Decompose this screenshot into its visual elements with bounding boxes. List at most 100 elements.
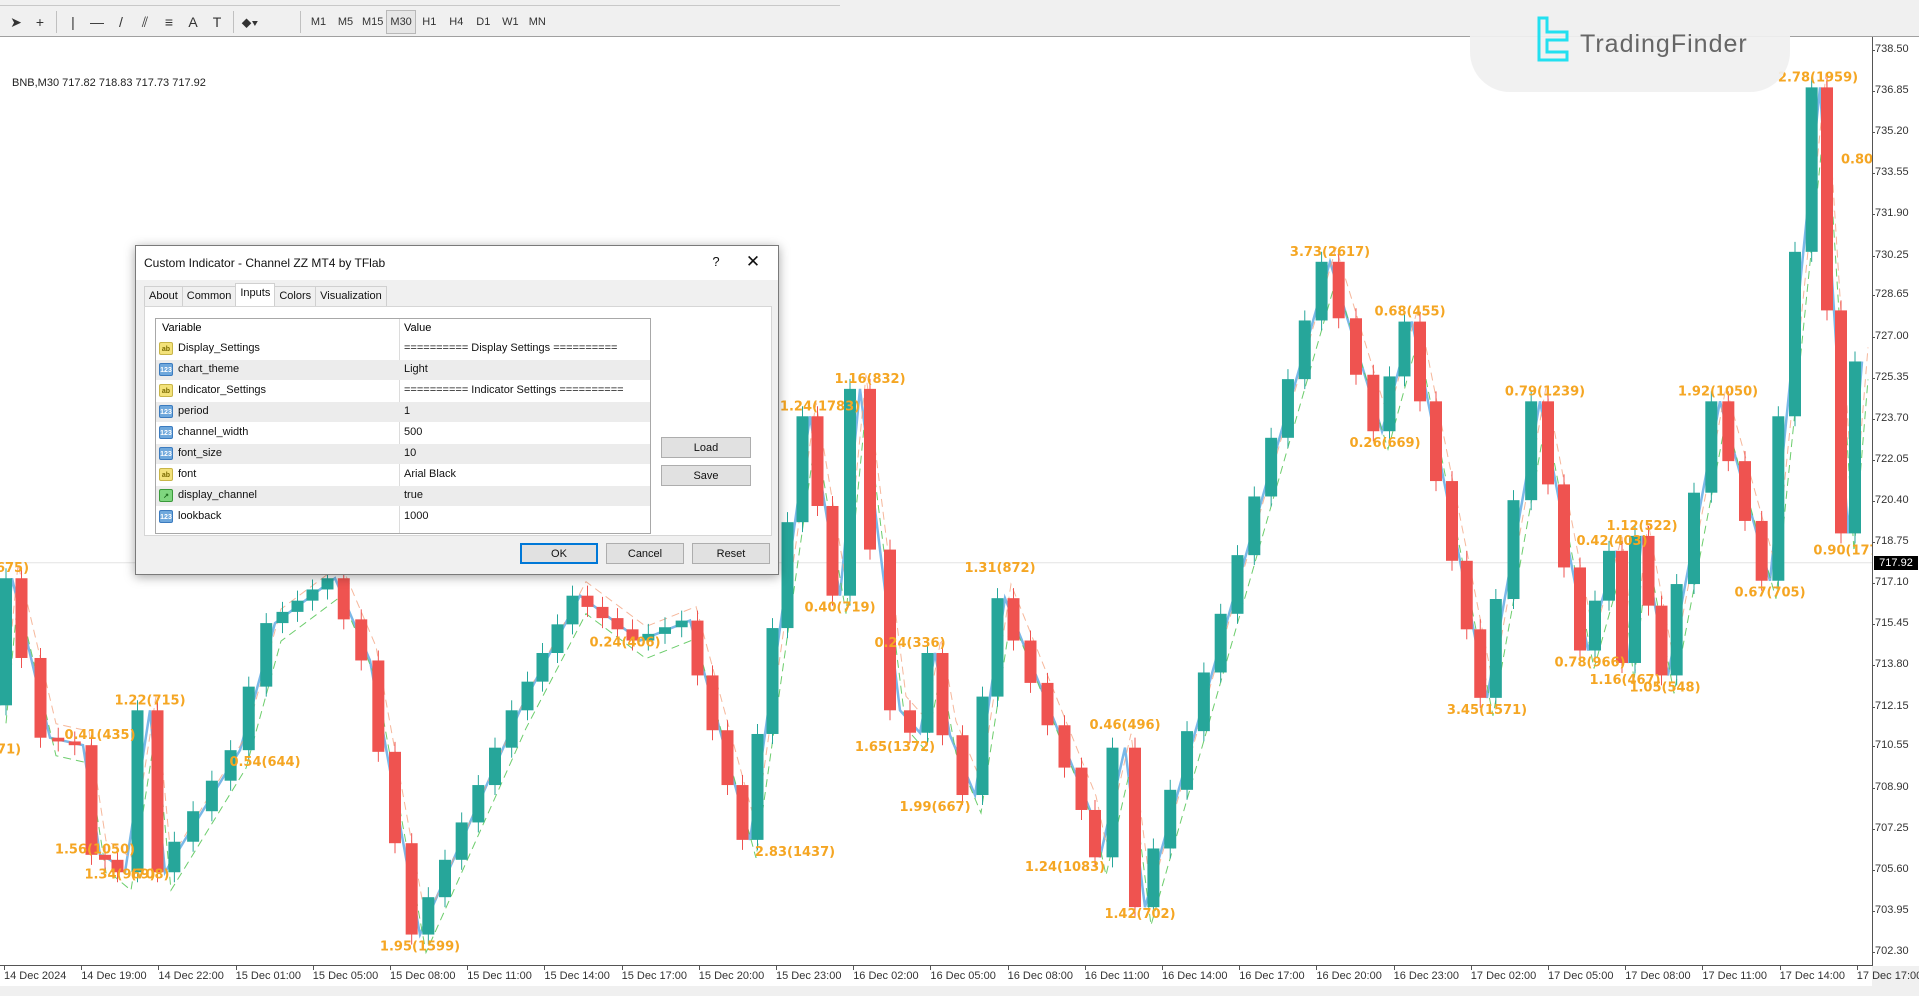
input-row[interactable]: 123 period 1 bbox=[156, 402, 650, 422]
price-tick: 736.85 bbox=[1872, 84, 1909, 97]
current-price-marker: 717.92 bbox=[1874, 555, 1918, 570]
price-axis[interactable]: 738.50 736.85 735.20 733.55 731.90 730.25 728.… bbox=[1872, 37, 1919, 966]
zigzag-label: 0.24(336) bbox=[874, 636, 945, 651]
input-value[interactable]: 500 bbox=[404, 426, 422, 438]
bullish-candle bbox=[1147, 848, 1160, 908]
load-button[interactable]: Load bbox=[661, 437, 751, 458]
timeframe-m30[interactable]: M30 bbox=[386, 10, 416, 34]
price-tick: 707.25 bbox=[1872, 821, 1909, 834]
bullish-candle bbox=[751, 733, 764, 840]
time-axis[interactable]: 14 Dec 2024 14 Dec 19:00 14 Dec 22:00 15 De… bbox=[0, 966, 1919, 986]
zigzag-label: 3.73(2617) bbox=[1290, 245, 1370, 260]
bearish-candle bbox=[1574, 567, 1586, 651]
price-tick: 708.90 bbox=[1872, 780, 1909, 793]
timeframe-m1[interactable]: M1 bbox=[305, 10, 332, 34]
zigzag-label: 1.56(1050) bbox=[55, 842, 135, 857]
reset-button[interactable]: Reset bbox=[692, 543, 770, 564]
string-type-icon: ab bbox=[159, 468, 173, 481]
input-value[interactable]: Arial Black bbox=[404, 468, 456, 480]
text-tool-button[interactable]: A bbox=[181, 10, 205, 34]
input-value[interactable]: ========== Indicator Settings ========== bbox=[404, 384, 624, 396]
input-variable: period bbox=[178, 405, 209, 417]
timeframe-h4[interactable]: H4 bbox=[443, 10, 470, 34]
input-row[interactable]: 123 chart_theme Light bbox=[156, 360, 650, 380]
cursor-arrow-tool-button[interactable]: ➤ bbox=[4, 10, 28, 34]
bearish-candle bbox=[884, 549, 896, 711]
bullish-candle bbox=[455, 822, 468, 860]
bearish-candle bbox=[1089, 809, 1101, 858]
dialog-title: Custom Indicator - Channel ZZ MT4 by TFl… bbox=[144, 256, 386, 270]
close-button[interactable]: ✕ bbox=[741, 252, 765, 272]
input-row[interactable]: ab Indicator_Settings ========== Indicator… bbox=[156, 381, 650, 401]
bullish-candle bbox=[1281, 379, 1294, 438]
tab-inputs[interactable]: Inputs bbox=[235, 283, 276, 307]
bearish-candle bbox=[1129, 747, 1141, 908]
crosshair-tool-button[interactable]: + bbox=[28, 10, 52, 34]
equidistant-channel-tool-button[interactable]: ⫽ bbox=[133, 10, 157, 34]
input-value[interactable]: Light bbox=[404, 363, 428, 375]
input-value[interactable]: true bbox=[404, 489, 423, 501]
input-variable: font bbox=[178, 468, 197, 480]
input-value[interactable]: 1 bbox=[404, 405, 410, 417]
timeframe-h1[interactable]: H1 bbox=[416, 10, 443, 34]
help-button[interactable]: ? bbox=[706, 252, 726, 272]
input-row[interactable]: ab Display_Settings ========== Display Set… bbox=[156, 339, 650, 359]
bullish-candle bbox=[566, 595, 579, 625]
bearish-candle bbox=[355, 619, 368, 661]
zigzag-label: 1.92(1050) bbox=[1678, 384, 1758, 399]
bullish-candle bbox=[321, 578, 334, 590]
price-tick: 705.60 bbox=[1872, 862, 1909, 875]
input-value[interactable]: 1000 bbox=[404, 510, 428, 522]
tab-visualization[interactable]: Visualization bbox=[315, 286, 387, 307]
timeframe-w1[interactable]: W1 bbox=[497, 10, 524, 34]
bullish-candle bbox=[1197, 672, 1210, 732]
input-value[interactable]: 10 bbox=[404, 447, 416, 459]
bearish-candle bbox=[1024, 640, 1037, 683]
watermark-brand: TradingFinder bbox=[1580, 30, 1748, 58]
zigzag-label: 1.99(667) bbox=[899, 800, 970, 815]
bullish-candle bbox=[1315, 261, 1328, 321]
bullish-candle bbox=[1525, 401, 1538, 501]
zigzag-label: 0.80( bbox=[1841, 153, 1872, 168]
timeframe-mn[interactable]: MN bbox=[524, 10, 551, 34]
ok-button[interactable]: OK bbox=[520, 543, 598, 564]
price-tick: 722.05 bbox=[1872, 452, 1909, 465]
horizontal-line-tool-button[interactable]: — bbox=[85, 10, 109, 34]
price-tick: 727.00 bbox=[1872, 329, 1909, 342]
cancel-button[interactable]: Cancel bbox=[606, 543, 684, 564]
bearish-candle bbox=[904, 710, 916, 733]
input-value[interactable]: ========== Display Settings ========== bbox=[404, 342, 617, 354]
price-tick: 735.20 bbox=[1872, 125, 1909, 138]
timeframe-d1[interactable]: D1 bbox=[470, 10, 497, 34]
tab-common[interactable]: Common bbox=[181, 286, 237, 307]
zigzag-label: 1.16(832) bbox=[834, 372, 905, 387]
input-row[interactable]: 123 channel_width 500 bbox=[156, 423, 650, 443]
input-row[interactable]: 123 lookback 1000 bbox=[156, 507, 650, 527]
bullish-candle bbox=[1805, 87, 1818, 252]
price-tick: 731.90 bbox=[1872, 207, 1909, 220]
input-row[interactable]: ↗ display_channel true bbox=[156, 486, 650, 506]
arrows-dropdown-tool-button[interactable]: ⬥▾ bbox=[238, 10, 262, 34]
header-variable[interactable]: Variable bbox=[162, 322, 202, 334]
bullish-candle bbox=[1849, 361, 1861, 534]
input-row[interactable]: ab font Arial Black bbox=[156, 465, 650, 485]
header-value[interactable]: Value bbox=[404, 322, 431, 334]
time-tick: 15 Dec 23:00 bbox=[776, 966, 842, 982]
bullish-candle bbox=[1106, 747, 1119, 858]
text-label-tool-button[interactable]: T bbox=[205, 10, 229, 34]
vertical-line-tool-button[interactable]: | bbox=[61, 10, 85, 34]
save-button[interactable]: Save bbox=[661, 465, 751, 486]
bullish-candle bbox=[1489, 599, 1502, 698]
fibonacci-tool-button[interactable]: ≡ bbox=[157, 10, 181, 34]
tab-colors[interactable]: Colors bbox=[274, 286, 317, 307]
trendline-tool-button[interactable]: / bbox=[109, 10, 133, 34]
timeframe-m5[interactable]: M5 bbox=[332, 10, 359, 34]
tab-about[interactable]: About bbox=[144, 286, 183, 307]
bullish-candle bbox=[168, 841, 181, 873]
timeframe-m15[interactable]: M15 bbox=[359, 10, 386, 34]
number-type-icon: 123 bbox=[159, 363, 173, 376]
bearish-candle bbox=[956, 735, 969, 796]
bearish-candle bbox=[151, 710, 164, 873]
inputs-panel: Variable Value ab Display_Settings =======… bbox=[144, 306, 772, 536]
input-row[interactable]: 123 font_size 10 bbox=[156, 444, 650, 464]
